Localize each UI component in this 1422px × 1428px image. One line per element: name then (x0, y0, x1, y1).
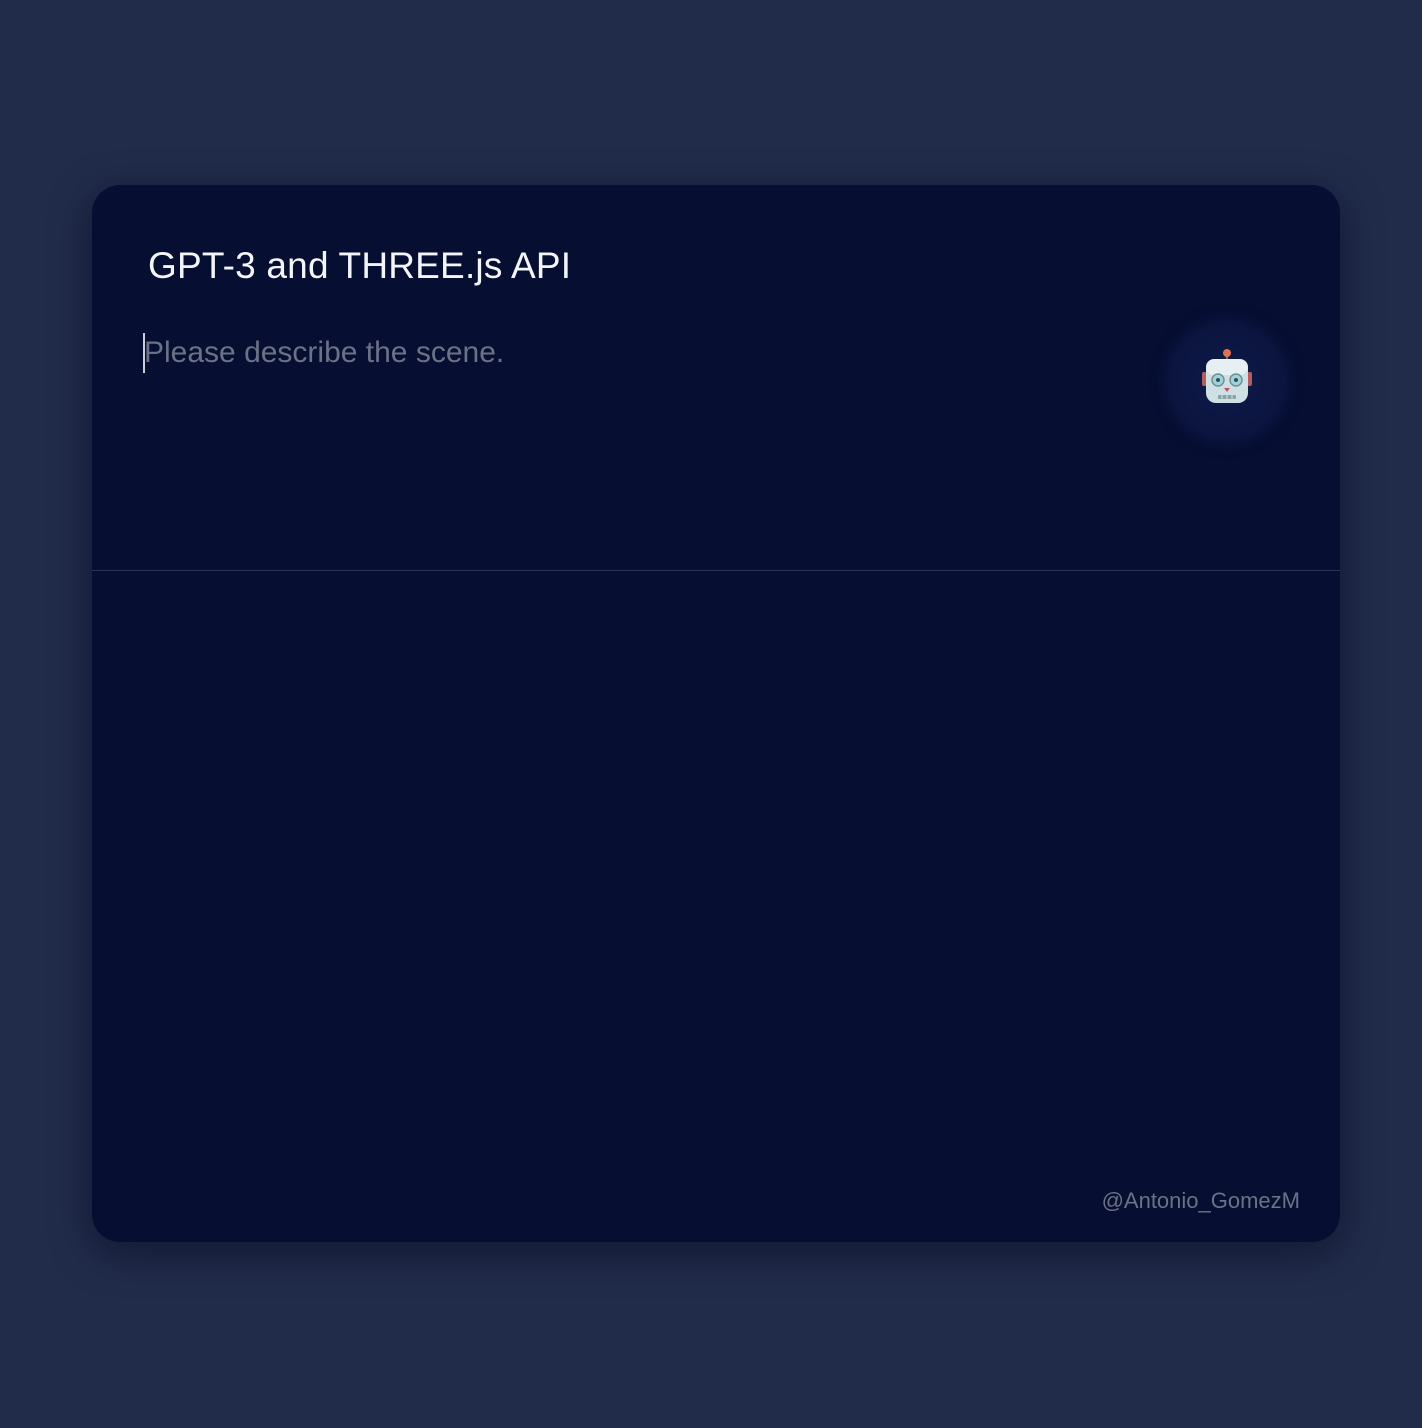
scene-viewport[interactable]: @Antonio_GomezM (92, 571, 1340, 1242)
author-credit: @Antonio_GomezM (1101, 1188, 1300, 1213)
scene-description-input[interactable] (142, 330, 1122, 530)
page-title: GPT-3 and THREE.js API (148, 245, 572, 286)
text-caret (143, 333, 145, 373)
robot-icon (1202, 349, 1252, 403)
app-card: GPT-3 and THREE.js API Please describe t… (92, 185, 1340, 1242)
generate-button[interactable] (1168, 322, 1286, 440)
prompt-section: GPT-3 and THREE.js API (92, 185, 1340, 571)
